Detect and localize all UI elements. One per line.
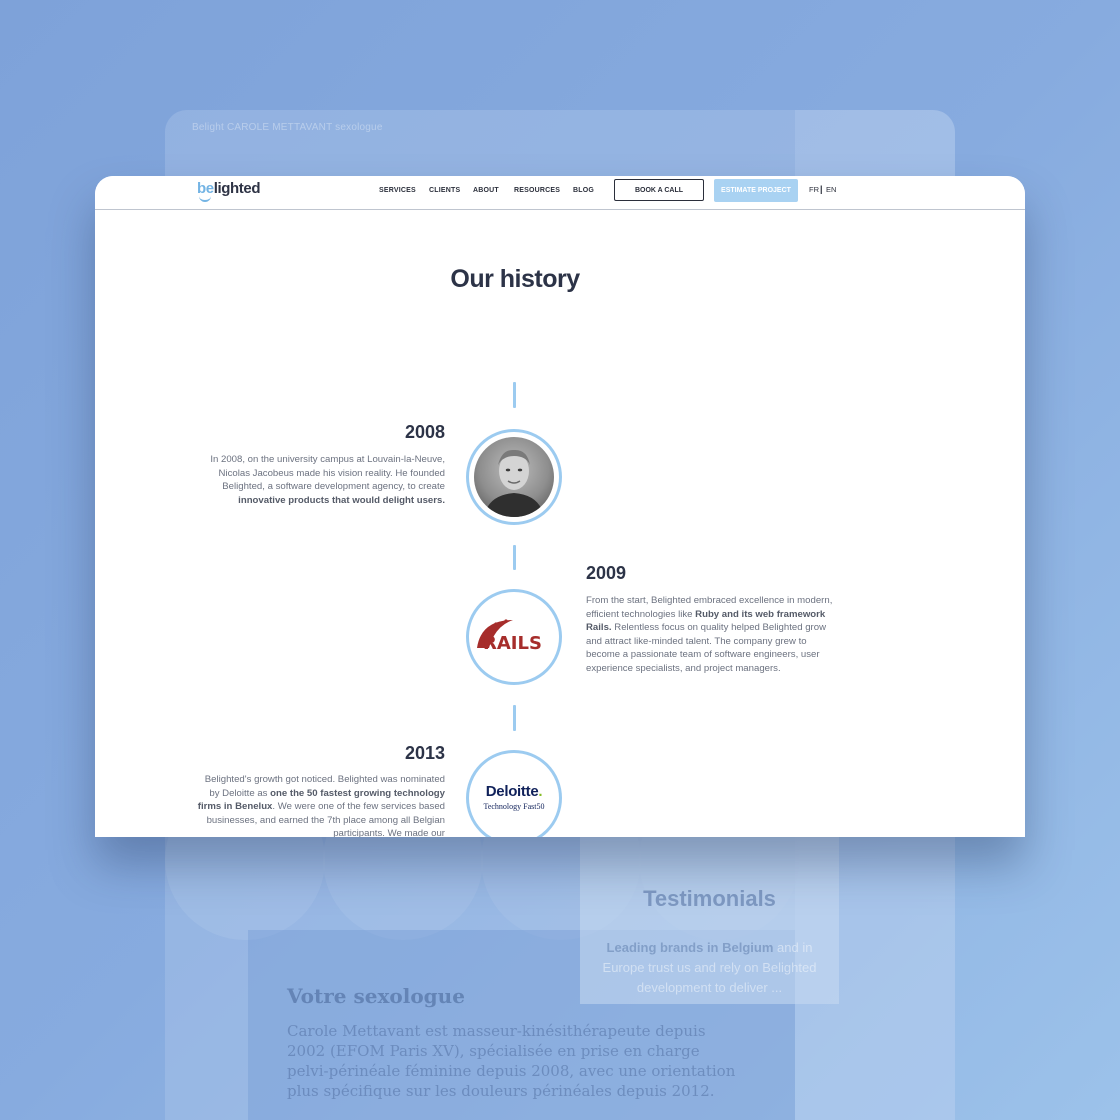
- site-navbar: belighted SERVICES CLIENTS ABOUT RESOURC…: [95, 176, 1025, 210]
- logo-suffix: lighted: [213, 180, 261, 197]
- book-call-button[interactable]: BOOK A CALL: [614, 179, 704, 201]
- deloitte-fast50-subtitle: Technology Fast50: [483, 802, 545, 811]
- testimonials-text: Leading brands in Belgium and in Europe …: [600, 938, 819, 998]
- nav-link-resources[interactable]: RESOURCES: [514, 187, 560, 194]
- timeline-text-plain: In 2008, on the university campus at Lou…: [210, 454, 445, 492]
- nav-link-about[interactable]: ABOUT: [473, 187, 499, 194]
- logo-smile-icon: [199, 195, 211, 202]
- timeline-dash: [513, 545, 516, 570]
- timeline-circle-2009: RAILS: [466, 589, 562, 685]
- founder-portrait-icon: [484, 449, 544, 517]
- deloitte-dot: .: [538, 783, 543, 800]
- background-paragraph: Carole Mettavant est masseur-kinésithéra…: [287, 1022, 736, 1100]
- timeline-circle-2013: Deloitte. Technology Fast50: [466, 750, 562, 837]
- background-testimonials-card: Testimonials Leading brands in Belgium a…: [580, 836, 839, 1004]
- rails-logo-text: RAILS: [483, 633, 542, 654]
- timeline-text-2013: Belighted's growth got noticed. Belighte…: [195, 773, 445, 837]
- timeline-text-plain: Relentless focus on quality helped Belig…: [586, 622, 827, 674]
- timeline-year-2013: 2013: [404, 743, 445, 763]
- timeline-dash: [513, 382, 516, 408]
- testimonials-text-bold: Leading brands in Belgium: [606, 940, 774, 955]
- testimonials-title: Testimonials: [643, 886, 776, 911]
- estimate-project-button[interactable]: ESTIMATE PROJECT: [714, 179, 798, 202]
- lang-separator: |: [820, 184, 823, 194]
- timeline-text-bold: innovative products that would delight u…: [238, 494, 445, 506]
- browser-window: belighted SERVICES CLIENTS ABOUT RESOURC…: [95, 176, 1025, 837]
- timeline-text-2008: In 2008, on the university campus at Lou…: [195, 453, 445, 507]
- deloitte-word: Deloitte: [485, 783, 539, 800]
- deloitte-logo-text: Deloitte.: [469, 783, 559, 800]
- nav-link-blog[interactable]: BLOG: [573, 187, 594, 194]
- founder-photo: [474, 437, 554, 517]
- nav-link-clients[interactable]: CLIENTS: [429, 187, 460, 194]
- page-title: Our history: [450, 265, 580, 293]
- timeline-circle-2008: [466, 429, 562, 525]
- timeline-year-2008: 2008: [404, 422, 445, 442]
- timeline-year-2009: 2009: [586, 563, 627, 583]
- lang-en-link[interactable]: EN: [826, 185, 836, 194]
- background-heading: Votre sexologue: [287, 984, 465, 1008]
- timeline-dash: [513, 705, 516, 731]
- rails-logo-icon: RAILS: [477, 619, 542, 654]
- lang-fr-link[interactable]: FR: [809, 185, 819, 194]
- timeline-text-2009: From the start, Belighted embraced excel…: [586, 594, 836, 675]
- background-breadcrumb: Belight CAROLE METTAVANT sexologue: [192, 122, 383, 133]
- nav-link-services[interactable]: SERVICES: [379, 187, 416, 194]
